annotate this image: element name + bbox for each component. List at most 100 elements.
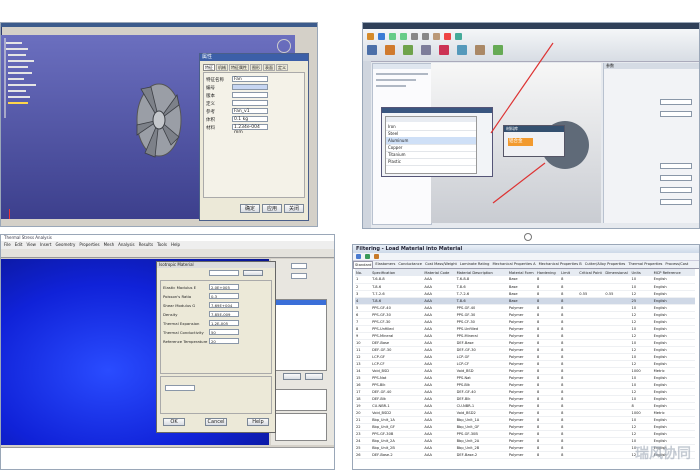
menu-item[interactable]: Mesh <box>104 241 115 249</box>
export-icon[interactable] <box>374 254 379 259</box>
property-value[interactable]: 1.2E-005 <box>209 320 239 326</box>
property-value[interactable] <box>660 175 692 181</box>
tab-conductance[interactable]: Conductance <box>397 261 423 268</box>
refresh-icon[interactable] <box>365 254 370 259</box>
tab-definition[interactable]: 定义 <box>276 64 288 71</box>
property-value[interactable]: 50 <box>209 329 239 335</box>
column-header[interactable]: Units <box>631 269 653 276</box>
table-row[interactable]: 17 DEF-GF-40 AAA DEF-GF-40 Polymer 8 8 12 Englis… <box>355 388 695 395</box>
table-row[interactable]: 19 CU-NBR-1 AAA CU-NBR-1 Polymer 8 8 8 English <box>355 402 695 409</box>
side-select[interactable] <box>291 273 307 279</box>
cancel-button[interactable]: Cancel <box>205 418 227 426</box>
tab-mech-a[interactable]: Mechanical Properties A <box>491 261 536 268</box>
table-row[interactable]: 20 Void_BSD2 AAA Void_BSD2 Polymer 8 8 1000 Metr… <box>355 409 695 416</box>
tab-surface[interactable]: 表面 <box>263 64 275 71</box>
close-button[interactable]: 关闭 <box>284 204 304 213</box>
tab-cutter[interactable]: Cutter/Alloy Properties <box>584 261 627 268</box>
side-button[interactable] <box>305 373 323 380</box>
tab-feature-properties[interactable]: 特征属性 <box>229 64 249 71</box>
table-row[interactable]: 10 DEF-Base AAA DEF-Base Polymer 8 8 10 English <box>355 339 695 346</box>
ok-button[interactable]: 确定 <box>240 204 260 213</box>
property-value[interactable] <box>660 187 692 193</box>
column-header[interactable]: Material Description <box>456 269 508 276</box>
table-row[interactable]: 3 T-7-2-6 AAA T-7-2-6 Base 8 8 0.55 0.55 12 Englis… <box>355 290 695 297</box>
material-type-select[interactable] <box>209 270 239 276</box>
help-button[interactable]: Help <box>247 418 269 426</box>
temperature-value[interactable] <box>165 385 195 391</box>
side-select[interactable] <box>291 263 307 269</box>
menu-item[interactable]: Results <box>139 241 153 249</box>
menu-item[interactable]: Properties <box>79 241 99 249</box>
table-row[interactable]: 18 DEF-Blk AAA DEF-Blk Polymer 8 8 10 English <box>355 395 695 402</box>
menu-item[interactable]: File <box>4 241 11 249</box>
tab-process-cost[interactable]: Process/Cost <box>664 261 689 268</box>
table-row[interactable]: 15 PPS-Nat AAA PPS-Nat Polymer 8 8 10 English <box>355 374 695 381</box>
filter-icon[interactable] <box>356 254 361 259</box>
property-value[interactable]: 7.85E-009 <box>209 311 239 317</box>
property-value[interactable] <box>660 199 692 205</box>
table-row[interactable]: 13 LCP-CF AAA LCP-CF Polymer 8 8 12 English <box>355 360 695 367</box>
menu-item[interactable]: Analysis <box>118 241 134 249</box>
table-row[interactable]: 4 T-8-6 AAA T-8-6 Base 8 8 25 English <box>355 297 695 304</box>
tab-laminate[interactable]: Laminate Rating <box>459 261 491 268</box>
menu-item[interactable]: Tools <box>157 241 167 249</box>
table-row[interactable]: 7 PPS-CF-30 AAA PPS-CF-30 Polymer 8 8 12 English <box>355 318 695 325</box>
table-row[interactable]: 2 T-8-6 AAA T-8-6 Base 8 8 10 English <box>355 283 695 290</box>
ok-button[interactable]: OK <box>163 418 185 426</box>
compass-icon[interactable] <box>277 39 291 53</box>
tab-thermal[interactable]: Thermal Properties <box>627 261 663 268</box>
tab-standard[interactable]: Standard <box>353 261 374 268</box>
field-value[interactable]: Fan_v1 <box>232 108 268 114</box>
table-row[interactable]: 1 T-6-8-8 AAA T-6-8-8 Base 8 8 10 English <box>355 276 695 283</box>
table-row[interactable]: 8 PPS-Unfilled AAA PPS-Unfilled Polymer 8 8 10 E… <box>355 325 695 332</box>
table-row[interactable]: 5 PPS-GF-40 AAA PPS-GF-40 Polymer 8 8 10 English <box>355 304 695 311</box>
menu-item[interactable]: Edit <box>15 241 23 249</box>
table-row[interactable]: 12 LCP-GF AAA LCP-GF Polymer 8 8 10 English <box>355 353 695 360</box>
column-header[interactable]: No. <box>355 269 371 276</box>
property-value[interactable] <box>660 99 692 105</box>
field-value[interactable] <box>232 92 268 98</box>
select-material-button[interactable] <box>243 270 263 276</box>
column-header[interactable]: Material Code <box>423 269 455 276</box>
field-value[interactable] <box>232 84 268 90</box>
table-row[interactable]: 14 Void_BSD AAA Void_BSD Polymer 8 8 1000 Metric <box>355 367 695 374</box>
menu-item[interactable]: View <box>26 241 36 249</box>
tab-cost-mass[interactable]: Cost Mass/Weight <box>424 261 458 268</box>
property-value[interactable]: 2.0E+005 <box>209 284 239 290</box>
side-button[interactable] <box>283 373 301 380</box>
field-value[interactable]: Fan <box>232 76 268 82</box>
column-header[interactable]: Limit <box>560 269 578 276</box>
menu-item[interactable]: Insert <box>40 241 51 249</box>
property-value[interactable] <box>660 111 692 117</box>
table-row[interactable]: 16 PPS-Blk AAA PPS-Blk Polymer 8 8 10 English <box>355 381 695 388</box>
property-value[interactable] <box>660 163 692 169</box>
property-value[interactable]: 7.69E+004 <box>209 302 239 308</box>
field-value[interactable]: 0.1 kg <box>232 116 268 122</box>
tab-mech-b[interactable]: Mechanical Properties B <box>538 261 583 268</box>
description-box[interactable] <box>275 389 327 411</box>
property-list[interactable] <box>275 299 327 371</box>
spec-tree[interactable] <box>3 38 41 118</box>
column-header[interactable]: Specification <box>371 269 423 276</box>
table-row[interactable]: 6 PPS-GF-30 AAA PPS-GF-30 Polymer 8 8 12 English <box>355 311 695 318</box>
property-value[interactable]: 20 <box>209 338 239 344</box>
apply-button[interactable]: 应用 <box>262 204 282 213</box>
column-header[interactable]: Hardening <box>536 269 560 276</box>
column-header[interactable]: MCP Reference <box>653 269 695 276</box>
tab-mechanical[interactable]: 机械 <box>216 64 228 71</box>
menu-item[interactable]: Geometry <box>55 241 75 249</box>
fan-model[interactable] <box>119 75 199 165</box>
column-header[interactable]: Dimensional <box>604 269 630 276</box>
tab-graphic[interactable]: 图形 <box>250 64 262 71</box>
field-value[interactable]: 1.234e-004 mm <box>232 124 268 135</box>
table-row[interactable]: 23 PPS-GF-30B AAA PPS-GF-30B Polymer 8 8 12 Engl… <box>355 430 695 437</box>
notes-box[interactable] <box>275 413 327 441</box>
tab-elastomers[interactable]: Elastomers <box>374 261 396 268</box>
column-header[interactable]: Critical Point <box>578 269 604 276</box>
table-row[interactable]: 22 Bbp_Unit_GF AAA Bbp_Unit_GF Polymer 8 8 12 En… <box>355 423 695 430</box>
table-row[interactable]: 11 DEF-GF-30 AAA DEF-GF-30 Polymer 8 8 12 Englis… <box>355 346 695 353</box>
table-row[interactable]: 9 PPS-Mineral AAA PPS-Mineral Polymer 8 8 12 Eng… <box>355 332 695 339</box>
table-row[interactable]: 21 Bbp_Unit_1A AAA Bbp_Unit_1A Polymer 8 8 10 En… <box>355 416 695 423</box>
menu-item[interactable]: Help <box>171 241 180 249</box>
field-value[interactable] <box>232 100 268 106</box>
